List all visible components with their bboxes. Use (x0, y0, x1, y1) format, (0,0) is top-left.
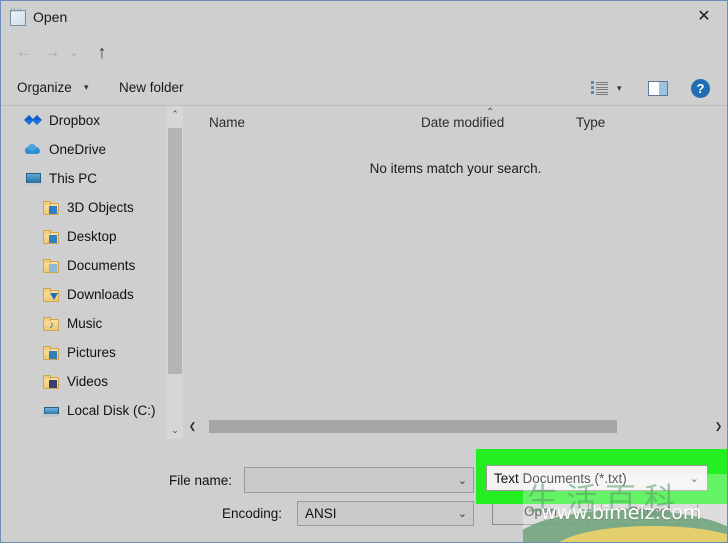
scroll-right-icon[interactable]: ❯ (710, 418, 727, 435)
up-icon[interactable]: ↑ (89, 39, 115, 65)
sidebar-item-local-disk-c[interactable]: Local Disk (C:) (2, 396, 165, 425)
sidebar-item-label: Pictures (67, 345, 116, 360)
sidebar-item-downloads[interactable]: Downloads (2, 280, 165, 309)
chevron-down-icon[interactable]: ⌄ (458, 474, 467, 487)
notepad-icon (9, 8, 26, 26)
sidebar-item-this-pc[interactable]: This PC (2, 164, 165, 193)
navigation-bar: ← → ⌄ ↑ C:\Windows\System32\drivers\etc … (1, 33, 727, 97)
folder-icon (42, 200, 60, 216)
encoding-value: ANSI (305, 506, 337, 521)
sidebar-item-label: Desktop (67, 229, 117, 244)
sidebar-item-pictures[interactable]: Pictures (2, 338, 165, 367)
open-file-dialog: Open ✕ ← → ⌄ ↑ C:\Windows\System32\drive… (0, 0, 728, 543)
file-list-horizontal-scrollbar[interactable]: ❮ ❯ (184, 418, 727, 435)
scrollbar-thumb[interactable] (209, 420, 617, 433)
sidebar-item-label: OneDrive (49, 142, 107, 157)
this-pc-icon (24, 171, 42, 187)
title-bar: Open ✕ (1, 1, 727, 32)
folder-icon (42, 374, 60, 390)
toolbar: Organize ▾ New folder ▾ ? (1, 72, 727, 106)
sort-ascending-icon: ⌃ (486, 107, 495, 118)
chevron-down-icon[interactable]: ▾ (84, 82, 89, 93)
sidebar-item-music[interactable]: ♪ Music (2, 309, 165, 338)
chevron-down-icon[interactable]: ⌄ (458, 507, 467, 520)
sidebar-item-dropbox[interactable]: Dropbox (2, 106, 165, 135)
sidebar-item-label: Dropbox (49, 113, 101, 128)
window-title: Open (33, 8, 68, 25)
column-header-type[interactable]: Type (576, 115, 605, 130)
sidebar-item-label: Downloads (67, 287, 134, 302)
scroll-down-icon[interactable]: ⌄ (167, 422, 183, 439)
file-list-pane: Name Date modified Type ⌃ No items match… (184, 106, 727, 439)
folder-icon (42, 229, 60, 245)
sidebar-item-onedrive[interactable]: OneDrive (2, 135, 165, 164)
drive-icon (42, 403, 60, 419)
onedrive-icon (24, 142, 42, 158)
sidebar-item-videos[interactable]: Videos (2, 367, 165, 396)
organize-button[interactable]: Organize (17, 80, 72, 95)
back-icon[interactable]: ← (11, 39, 37, 65)
encoding-label: Encoding: (222, 506, 283, 521)
recent-locations-icon[interactable]: ⌄ (65, 39, 83, 65)
folder-icon (42, 258, 60, 274)
sidebar-item-3d-objects[interactable]: 3D Objects (2, 193, 165, 222)
file-name-input[interactable]: ⌄ (244, 467, 474, 493)
file-type-filter-value: Text Documents (*.txt) (494, 470, 627, 486)
forward-icon[interactable]: → (39, 39, 65, 65)
close-icon[interactable]: ✕ (681, 1, 727, 31)
sidebar-item-label: Videos (67, 374, 109, 389)
sidebar-item-label: Local Disk (C:) (67, 403, 156, 418)
scrollbar-thumb[interactable] (168, 128, 182, 374)
folder-icon: ♪ (42, 316, 60, 332)
encoding-select[interactable]: ANSI ⌄ (297, 501, 474, 526)
preview-pane-icon[interactable] (648, 81, 668, 96)
dropbox-icon (24, 113, 42, 129)
view-options-icon[interactable] (591, 80, 609, 96)
sidebar-item-documents[interactable]: Documents (2, 251, 165, 280)
file-name-label: File name: (169, 473, 233, 488)
chevron-down-icon[interactable]: ⌄ (690, 472, 699, 485)
file-type-filter-select[interactable]: Text Documents (*.txt) ⌄ (486, 465, 708, 491)
new-folder-button[interactable]: New folder (119, 80, 184, 95)
help-icon[interactable]: ? (691, 79, 710, 98)
sidebar-item-label: Music (67, 316, 103, 331)
sidebar-item-desktop[interactable]: Desktop (2, 222, 165, 251)
folder-icon (42, 345, 60, 361)
sidebar-item-label: Documents (67, 258, 136, 273)
sidebar-item-label: 3D Objects (67, 200, 134, 215)
sidebar-item-label: This PC (49, 171, 98, 186)
folder-icon (42, 287, 60, 303)
scroll-up-icon[interactable]: ⌃ (167, 106, 183, 123)
sidebar-scrollbar[interactable]: ⌃ ⌄ (167, 106, 183, 439)
empty-list-message: No items match your search. (369, 161, 542, 176)
navigation-sidebar[interactable]: Dropbox OneDrive This PC 3D Objects Desktop D… (2, 106, 165, 439)
chevron-down-icon[interactable]: ▾ (617, 83, 622, 94)
column-header-name[interactable]: Name (209, 115, 245, 130)
column-header-row: Name Date modified Type ⌃ (184, 106, 727, 138)
scroll-left-icon[interactable]: ❮ (184, 418, 201, 435)
